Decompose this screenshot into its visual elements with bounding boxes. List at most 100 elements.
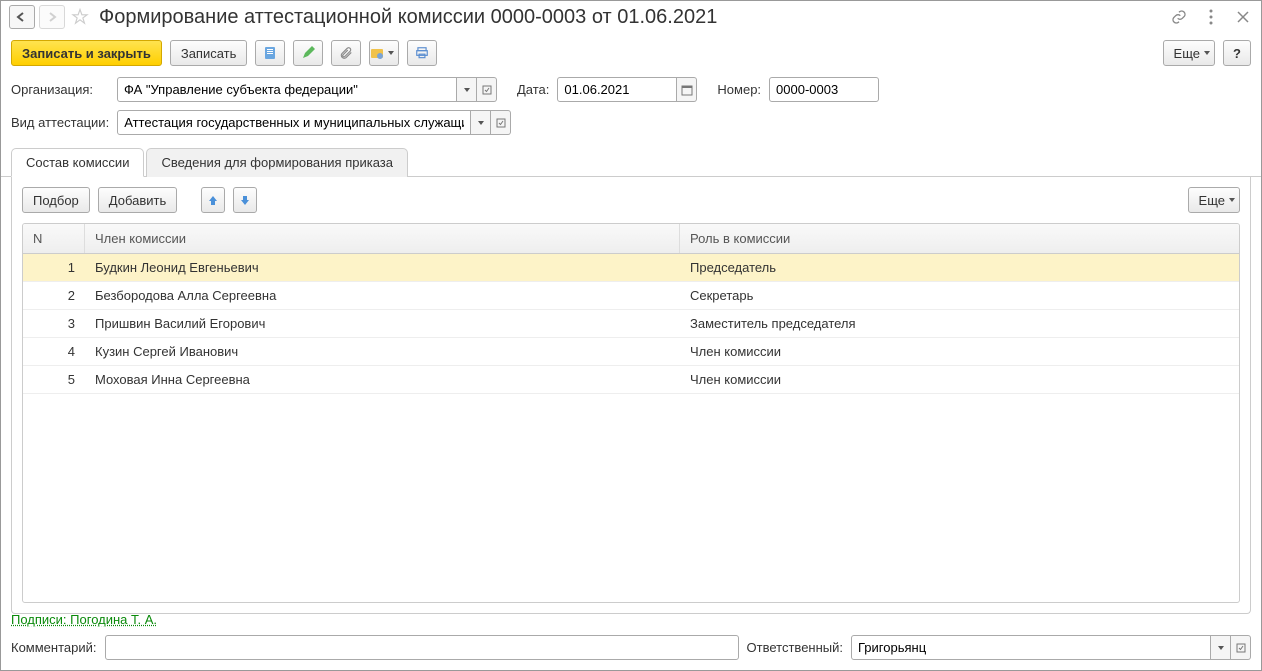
save-close-button[interactable]: Записать и закрыть xyxy=(11,40,162,66)
org-open-button[interactable] xyxy=(477,77,497,102)
main-toolbar: Записать и закрыть Записать Еще ? xyxy=(1,33,1261,73)
nav-back-button[interactable] xyxy=(9,5,35,29)
gear-folder-icon xyxy=(370,46,384,60)
help-button[interactable]: ? xyxy=(1223,40,1251,66)
date-input[interactable] xyxy=(557,77,677,102)
printer-icon xyxy=(415,46,429,60)
num-field xyxy=(769,77,879,102)
open-icon xyxy=(496,118,506,128)
org-dropdown-button[interactable] xyxy=(457,77,477,102)
help-label: ? xyxy=(1233,46,1241,61)
arrow-right-icon xyxy=(46,12,58,22)
org-combo xyxy=(117,77,497,102)
arrow-up-icon xyxy=(207,194,219,206)
titlebar: Формирование аттестационной комиссии 000… xyxy=(1,1,1261,33)
responsible-open-button[interactable] xyxy=(1231,635,1251,660)
save-button[interactable]: Записать xyxy=(170,40,248,66)
more-label: Еще xyxy=(1174,46,1200,61)
date-label: Дата: xyxy=(517,82,549,97)
tab-order-info[interactable]: Сведения для формирования приказа xyxy=(146,148,408,177)
print-button[interactable] xyxy=(407,40,437,66)
pane-toolbar: Подбор Добавить Еще xyxy=(22,187,1240,213)
type-dropdown-button[interactable] xyxy=(471,110,491,135)
form-row-2: Вид аттестации: xyxy=(1,106,1261,139)
responsible-input[interactable] xyxy=(851,635,1211,660)
col-member[interactable]: Член комиссии xyxy=(85,224,680,253)
pen-icon xyxy=(301,46,315,60)
close-icon[interactable] xyxy=(1233,7,1253,27)
favorite-star-icon[interactable] xyxy=(69,6,91,28)
cell-member: Будкин Леонид Евгеньевич xyxy=(85,254,680,281)
responsible-combo xyxy=(851,635,1251,660)
num-input[interactable] xyxy=(769,77,879,102)
cell-n: 4 xyxy=(23,338,85,365)
move-down-button[interactable] xyxy=(233,187,257,213)
comment-input[interactable] xyxy=(105,635,739,660)
tab-composition[interactable]: Состав комиссии xyxy=(11,148,144,177)
date-calendar-button[interactable] xyxy=(677,77,697,102)
cell-member: Пришвин Василий Егорович xyxy=(85,310,680,337)
move-up-button[interactable] xyxy=(201,187,225,213)
calendar-icon xyxy=(681,84,693,96)
post-button[interactable] xyxy=(255,40,285,66)
arrow-down-icon xyxy=(239,194,251,206)
table-header: N Член комиссии Роль в комиссии xyxy=(23,224,1239,254)
table-row[interactable]: 1Будкин Леонид ЕвгеньевичПредседатель xyxy=(23,254,1239,282)
save-close-label: Записать и закрыть xyxy=(22,46,151,61)
pick-button[interactable]: Подбор xyxy=(22,187,90,213)
save-label: Записать xyxy=(181,46,237,61)
tab-composition-label: Состав комиссии xyxy=(26,155,129,170)
num-label: Номер: xyxy=(717,82,761,97)
open-icon xyxy=(482,85,492,95)
more-button[interactable]: Еще xyxy=(1163,40,1215,66)
cell-n: 5 xyxy=(23,366,85,393)
tabs: Состав комиссии Сведения для формировани… xyxy=(1,139,1261,177)
link-icon[interactable] xyxy=(1169,7,1189,27)
comment-label: Комментарий: xyxy=(11,640,97,655)
col-role[interactable]: Роль в комиссии xyxy=(680,224,1239,253)
responsible-dropdown-button[interactable] xyxy=(1211,635,1231,660)
comment-field xyxy=(105,635,739,660)
org-input[interactable] xyxy=(117,77,457,102)
form-row-1: Организация: Дата: Номер: xyxy=(1,73,1261,106)
pane-more-button[interactable]: Еще xyxy=(1188,187,1240,213)
cell-n: 3 xyxy=(23,310,85,337)
cell-member: Кузин Сергей Иванович xyxy=(85,338,680,365)
table-row[interactable]: 4Кузин Сергей ИвановичЧлен комиссии xyxy=(23,338,1239,366)
cell-role: Член комиссии xyxy=(680,338,1239,365)
signature-link[interactable]: Подписи: Погодина Т. А. xyxy=(11,612,157,627)
table-row[interactable]: 5Моховая Инна СергеевнаЧлен комиссии xyxy=(23,366,1239,394)
open-icon xyxy=(1236,643,1246,653)
composition-pane: Подбор Добавить Еще N Член комиссии Роль… xyxy=(11,177,1251,614)
cell-n: 1 xyxy=(23,254,85,281)
table-row[interactable]: 2Безбородова Алла СергеевнаСекретарь xyxy=(23,282,1239,310)
col-n[interactable]: N xyxy=(23,224,85,253)
cell-role: Председатель xyxy=(680,254,1239,281)
page-title: Формирование аттестационной комиссии 000… xyxy=(99,6,1165,29)
add-label: Добавить xyxy=(109,193,166,208)
cell-member: Моховая Инна Сергеевна xyxy=(85,366,680,393)
type-label: Вид аттестации: xyxy=(11,115,109,130)
footer: Подписи: Погодина Т. А. Комментарий: Отв… xyxy=(1,606,1261,670)
cell-role: Член комиссии xyxy=(680,366,1239,393)
signature-text: Подписи: Погодина Т. А. xyxy=(11,612,157,627)
cell-n: 2 xyxy=(23,282,85,309)
type-open-button[interactable] xyxy=(491,110,511,135)
footer-row: Комментарий: Ответственный: xyxy=(11,635,1251,660)
window: Формирование аттестационной комиссии 000… xyxy=(0,0,1262,671)
attachment-button[interactable] xyxy=(331,40,361,66)
commission-table: N Член комиссии Роль в комиссии 1Будкин … xyxy=(22,223,1240,603)
nav-forward-button xyxy=(39,5,65,29)
document-icon xyxy=(263,46,277,60)
date-combo xyxy=(557,77,697,102)
manage-button[interactable] xyxy=(369,40,399,66)
table-row[interactable]: 3Пришвин Василий ЕгоровичЗаместитель пре… xyxy=(23,310,1239,338)
tab-order-info-label: Сведения для формирования приказа xyxy=(161,155,393,170)
cell-role: Секретарь xyxy=(680,282,1239,309)
kebab-menu-icon[interactable] xyxy=(1201,7,1221,27)
create-based-button[interactable] xyxy=(293,40,323,66)
type-input[interactable] xyxy=(117,110,471,135)
pane-more-label: Еще xyxy=(1199,193,1225,208)
add-button[interactable]: Добавить xyxy=(98,187,177,213)
type-combo xyxy=(117,110,511,135)
